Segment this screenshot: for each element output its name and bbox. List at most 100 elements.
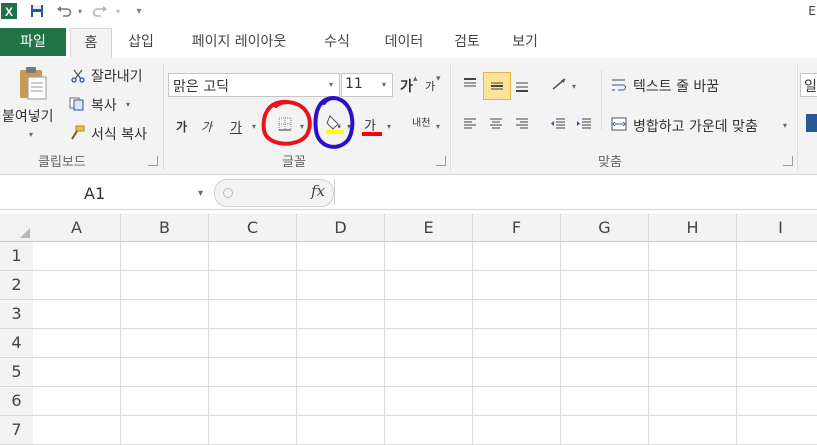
align-left-icon[interactable] — [460, 114, 480, 134]
cell-e3[interactable] — [385, 300, 473, 329]
column-header-c[interactable]: C — [209, 214, 297, 242]
grow-font-button[interactable]: 가 — [400, 76, 413, 96]
middle-align-icon[interactable] — [483, 72, 511, 100]
cell-f6[interactable] — [473, 387, 561, 416]
cell-g3[interactable] — [561, 300, 649, 329]
paste-dropdown-icon[interactable]: ▾ — [29, 130, 33, 139]
italic-button[interactable]: 가 — [201, 118, 212, 135]
cell-e1[interactable] — [385, 242, 473, 271]
tab-home[interactable]: 홈 — [70, 28, 112, 58]
wrap-text-button[interactable]: 텍스트 줄 바꿈 — [633, 76, 719, 96]
clipboard-launcher-icon[interactable] — [148, 156, 158, 166]
undo-icon[interactable] — [54, 2, 74, 20]
row-header-7[interactable]: 7 — [0, 416, 34, 445]
top-align-icon[interactable] — [460, 74, 480, 94]
select-all-button[interactable] — [0, 214, 34, 242]
cell-d6[interactable] — [297, 387, 385, 416]
cell-c5[interactable] — [209, 358, 297, 387]
name-box-dropdown-icon[interactable]: ▾ — [198, 188, 203, 199]
underline-button[interactable]: 가 — [230, 117, 242, 136]
cell-c7[interactable] — [209, 416, 297, 445]
column-header-h[interactable]: H — [649, 214, 737, 242]
redo-icon[interactable] — [90, 2, 110, 20]
tab-insert[interactable]: 삽입 — [120, 29, 162, 55]
phonetic-dropdown-icon[interactable]: ▾ — [436, 122, 440, 131]
cell-g2[interactable] — [561, 271, 649, 300]
paste-button[interactable]: 붙여넣기 — [2, 106, 54, 126]
column-header-a[interactable]: A — [33, 214, 121, 242]
cell-c1[interactable] — [209, 242, 297, 271]
tab-review[interactable]: 검토 — [446, 29, 488, 55]
font-color-dropdown-icon[interactable]: ▾ — [387, 122, 391, 131]
copy-dropdown-icon[interactable]: ▾ — [126, 100, 130, 109]
cell-e4[interactable] — [385, 329, 473, 358]
row-header-4[interactable]: 4 — [0, 329, 34, 358]
column-header-f[interactable]: F — [473, 214, 561, 242]
row-header-6[interactable]: 6 — [0, 387, 34, 416]
cell-a5[interactable] — [33, 358, 121, 387]
cell-h7[interactable] — [649, 416, 737, 445]
cell-h5[interactable] — [649, 358, 737, 387]
cell-h6[interactable] — [649, 387, 737, 416]
cell-g5[interactable] — [561, 358, 649, 387]
cell-b1[interactable] — [121, 242, 209, 271]
orientation-icon[interactable] — [550, 74, 570, 94]
merge-center-button[interactable]: 병합하고 가운데 맞춤 — [633, 116, 758, 136]
cell-h1[interactable] — [649, 242, 737, 271]
customize-qat-icon[interactable]: ▾ — [133, 2, 145, 20]
cell-i4[interactable] — [737, 329, 817, 358]
cell-d3[interactable] — [297, 300, 385, 329]
column-header-e[interactable]: E — [385, 214, 473, 242]
cell-c4[interactable] — [209, 329, 297, 358]
row-header-3[interactable]: 3 — [0, 300, 34, 329]
column-header-i[interactable]: I — [737, 214, 817, 242]
alignment-launcher-icon[interactable] — [783, 156, 793, 166]
row-header-5[interactable]: 5 — [0, 358, 34, 387]
copy-icon[interactable] — [68, 96, 86, 112]
column-header-d[interactable]: D — [297, 214, 385, 242]
wrap-text-icon[interactable] — [610, 77, 628, 93]
cell-b4[interactable] — [121, 329, 209, 358]
copy-button[interactable]: 복사 — [91, 95, 117, 115]
phonetic-guide-button[interactable]: 내천 — [412, 114, 430, 129]
cell-g4[interactable] — [561, 329, 649, 358]
cell-e7[interactable] — [385, 416, 473, 445]
cell-f7[interactable] — [473, 416, 561, 445]
font-size-dropdown-icon[interactable]: ▾ — [382, 80, 386, 89]
cell-f2[interactable] — [473, 271, 561, 300]
cell-d5[interactable] — [297, 358, 385, 387]
cell-i6[interactable] — [737, 387, 817, 416]
cell-i2[interactable] — [737, 271, 817, 300]
underline-dropdown-icon[interactable]: ▾ — [252, 122, 256, 131]
cell-i1[interactable] — [737, 242, 817, 271]
cell-i7[interactable] — [737, 416, 817, 445]
cut-button[interactable]: 잘라내기 — [91, 66, 143, 86]
bottom-align-icon[interactable] — [512, 76, 532, 96]
format-painter-button[interactable]: 서식 복사 — [91, 124, 147, 144]
shrink-font-button[interactable]: 가 — [425, 78, 435, 94]
tab-file[interactable]: 파일 — [0, 28, 66, 56]
orientation-dropdown-icon[interactable]: ▾ — [572, 82, 576, 91]
formula-input[interactable] — [334, 179, 817, 205]
cell-b7[interactable] — [121, 416, 209, 445]
increase-indent-icon[interactable] — [574, 114, 594, 134]
cell-f4[interactable] — [473, 329, 561, 358]
cell-d7[interactable] — [297, 416, 385, 445]
tab-page-layout[interactable]: 페이지 레이아웃 — [178, 29, 300, 55]
cell-d4[interactable] — [297, 329, 385, 358]
cell-g1[interactable] — [561, 242, 649, 271]
cell-g6[interactable] — [561, 387, 649, 416]
decrease-indent-icon[interactable] — [548, 114, 568, 134]
font-launcher-icon[interactable] — [436, 156, 446, 166]
merge-center-icon[interactable] — [610, 116, 628, 132]
cell-a3[interactable] — [33, 300, 121, 329]
cell-e5[interactable] — [385, 358, 473, 387]
cell-f1[interactable] — [473, 242, 561, 271]
cell-a2[interactable] — [33, 271, 121, 300]
cell-c6[interactable] — [209, 387, 297, 416]
row-header-2[interactable]: 2 — [0, 271, 34, 300]
cell-f3[interactable] — [473, 300, 561, 329]
cell-a6[interactable] — [33, 387, 121, 416]
cell-a1[interactable] — [33, 242, 121, 271]
cell-b2[interactable] — [121, 271, 209, 300]
